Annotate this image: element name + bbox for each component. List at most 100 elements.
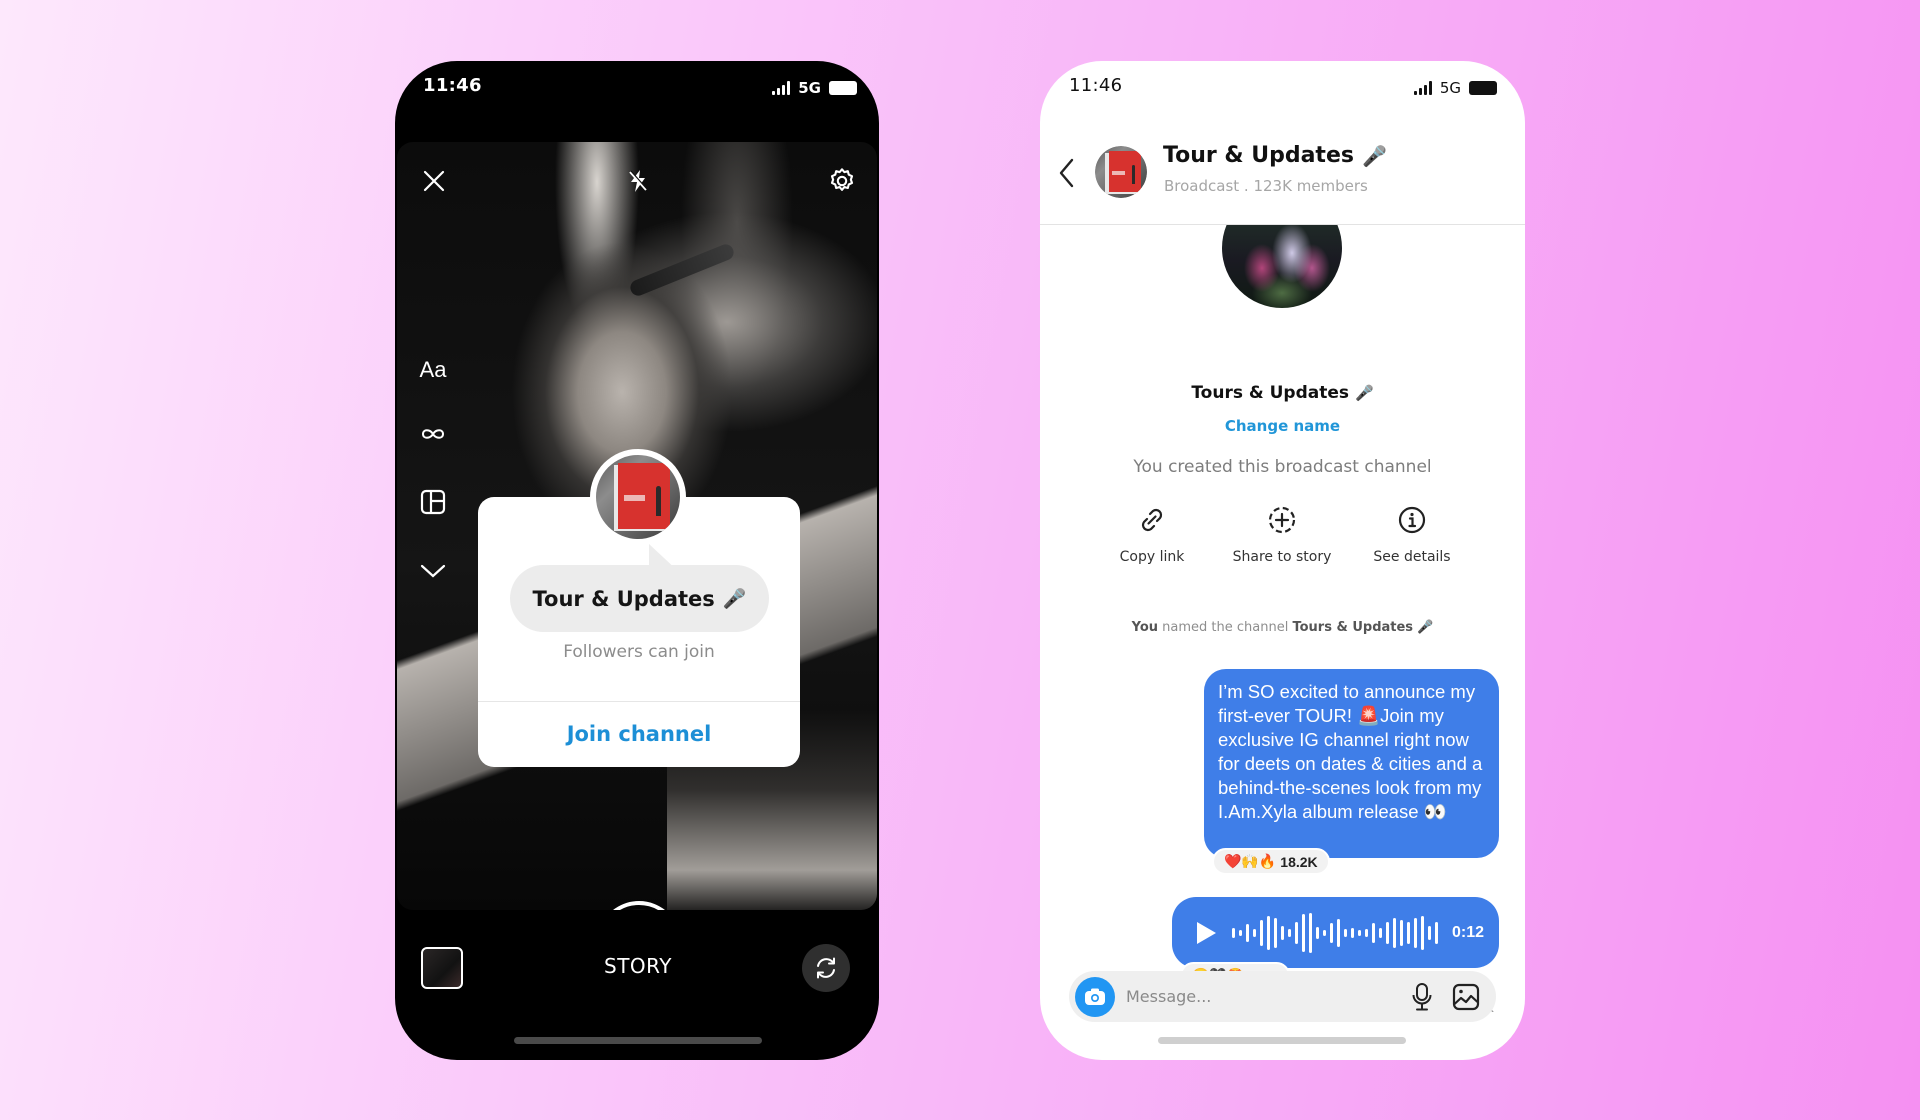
settings-button[interactable] xyxy=(825,164,859,198)
channel-cover-photo[interactable] xyxy=(1222,225,1342,308)
waveform-bar xyxy=(1344,928,1347,937)
add-to-story-icon xyxy=(1268,506,1296,534)
channel-chat-phone: 11:46 5G Tour & Updates 🎤 Broadcast . 12… xyxy=(1040,61,1525,1060)
album-art-image xyxy=(1095,146,1147,198)
status-time: 11:46 xyxy=(1069,75,1123,96)
message-composer xyxy=(1069,971,1496,1022)
copy-link-action[interactable]: Copy link xyxy=(1087,505,1217,565)
waveform-bar xyxy=(1239,929,1242,936)
home-indicator[interactable] xyxy=(1158,1037,1406,1044)
see-details-action[interactable]: See details xyxy=(1347,505,1477,565)
waveform-bar xyxy=(1386,921,1389,944)
system-verb: named the channel xyxy=(1158,620,1293,635)
waveform-bar xyxy=(1295,921,1298,944)
camera-icon xyxy=(1085,988,1105,1005)
share-to-story-action[interactable]: Share to story xyxy=(1217,505,1347,565)
waveform-bar xyxy=(1267,915,1270,950)
waveform-bar xyxy=(1393,917,1396,948)
battery-icon xyxy=(1469,81,1497,95)
gallery-button[interactable] xyxy=(1450,981,1482,1013)
voice-message-bubble[interactable]: 0:12 xyxy=(1172,897,1499,968)
boomerang-tool-button[interactable] xyxy=(415,416,451,452)
status-bar-icons: 5G xyxy=(772,79,857,97)
waveform-bar xyxy=(1232,927,1235,938)
channel-title-text: Tour & Updates xyxy=(1163,143,1354,168)
infinity-icon xyxy=(421,429,445,439)
channel-avatar[interactable] xyxy=(1095,146,1147,198)
gear-icon xyxy=(830,168,854,191)
flash-toggle-button[interactable] xyxy=(621,164,655,198)
chevron-down-icon xyxy=(420,564,446,578)
system-channel: Tours & Updates xyxy=(1292,620,1414,635)
waveform-bar xyxy=(1358,929,1361,936)
channel-avatar xyxy=(590,449,686,545)
voice-record-button[interactable] xyxy=(1406,981,1438,1013)
chat-thread[interactable]: Tours & Updates 🎤 Change name You create… xyxy=(1040,225,1525,1060)
network-label: 5G xyxy=(798,79,821,97)
status-time: 11:46 xyxy=(423,75,482,96)
voice-waveform[interactable] xyxy=(1232,912,1438,953)
link-icon xyxy=(1141,508,1163,532)
gallery-button[interactable] xyxy=(421,947,463,989)
reaction-emojis: ❤️🙌🔥 xyxy=(1224,853,1277,869)
channel-created-text: You created this broadcast channel xyxy=(1133,457,1432,477)
message-bubble[interactable]: I’m SO excited to announce my first-ever… xyxy=(1204,669,1499,858)
waveform-bar xyxy=(1400,919,1403,946)
camera-viewfinder[interactable]: Aa Tour & Updates 🎤 Followers can join J… xyxy=(397,142,877,910)
waveform-bar xyxy=(1246,923,1249,942)
info-icon xyxy=(1398,506,1426,534)
channel-name-pill: Tour & Updates 🎤 xyxy=(510,565,769,632)
flip-camera-icon xyxy=(817,957,835,979)
copy-link-label: Copy link xyxy=(1119,549,1185,565)
waveform-bar xyxy=(1372,922,1375,943)
camera-button[interactable] xyxy=(1075,976,1115,1017)
change-name-link[interactable]: Change name xyxy=(1040,417,1525,435)
followers-can-join-text: Followers can join xyxy=(563,642,715,662)
story-mode-label[interactable]: STORY xyxy=(538,954,738,978)
see-details-label: See details xyxy=(1373,549,1451,565)
waveform-bar xyxy=(1302,913,1305,952)
share-to-story-label: Share to story xyxy=(1232,549,1332,565)
microphone-icon: 🎤 xyxy=(1361,143,1387,168)
waveform-bar xyxy=(1274,917,1277,948)
waveform-bar xyxy=(1281,925,1284,940)
waveform-bar xyxy=(1330,922,1333,943)
microphone-icon: 🎤 xyxy=(1354,384,1374,402)
channel-name-text: Tours & Updates xyxy=(1191,383,1350,403)
album-art-image xyxy=(596,455,680,539)
waveform-bar xyxy=(1428,925,1431,940)
channel-subtitle: Broadcast . 123K members xyxy=(1164,177,1368,195)
waveform-bar xyxy=(1421,915,1424,950)
chevron-left-icon xyxy=(1059,158,1074,188)
more-tools-button[interactable] xyxy=(415,553,451,589)
waveform-bar xyxy=(1309,912,1312,953)
network-label: 5G xyxy=(1439,79,1461,97)
waveform-bar xyxy=(1365,928,1368,937)
reaction-count: 18.2K xyxy=(1280,853,1318,870)
system-actor: You xyxy=(1131,620,1159,635)
status-bar-icons: 5G xyxy=(1413,79,1497,97)
back-button[interactable] xyxy=(1055,156,1079,190)
microphone-icon xyxy=(1412,982,1432,1010)
text-tool-button[interactable]: Aa xyxy=(415,352,451,388)
microphone-icon: 🎤 xyxy=(1417,620,1434,635)
waveform-bar xyxy=(1323,929,1326,936)
waveform-bar xyxy=(1407,921,1410,944)
waveform-bar xyxy=(1260,919,1263,946)
signal-icon xyxy=(772,81,791,95)
layout-tool-button[interactable] xyxy=(415,484,451,520)
flip-camera-button[interactable] xyxy=(802,944,850,992)
close-button[interactable] xyxy=(417,164,451,198)
waveform-bar xyxy=(1316,926,1319,939)
channel-title[interactable]: Tour & Updates 🎤 xyxy=(1163,143,1387,168)
home-indicator[interactable] xyxy=(514,1037,762,1044)
message-input[interactable] xyxy=(1115,987,1390,1006)
shutter-inner xyxy=(605,909,673,910)
join-channel-button[interactable]: Join channel xyxy=(478,702,800,766)
waveform-bar xyxy=(1288,928,1291,937)
message-reactions[interactable]: ❤️🙌🔥 18.2K xyxy=(1212,848,1330,875)
story-camera-phone: 11:46 5G Aa Tour & Updates 🎤 Followers c… xyxy=(395,61,879,1060)
signal-icon xyxy=(1413,81,1432,95)
voice-duration: 0:12 xyxy=(1452,923,1485,941)
waveform-bar xyxy=(1414,917,1417,948)
